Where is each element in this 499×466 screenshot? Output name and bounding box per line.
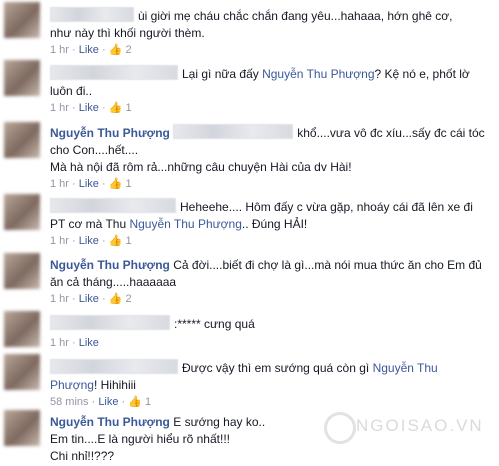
thumbs-up-icon: 👍: [108, 293, 123, 305]
author-name[interactable]: Nguyễn Thu Phượng: [50, 126, 170, 140]
comment-text: :***** cưng quá: [174, 317, 255, 331]
like-link[interactable]: Like: [79, 178, 99, 190]
author-name[interactable]: Nguyễn Thu Phượng: [50, 415, 170, 429]
blurred-name: [50, 359, 178, 374]
like-count[interactable]: 1: [125, 235, 131, 247]
timestamp[interactable]: 1 hr: [50, 178, 69, 190]
avatar[interactable]: [4, 354, 40, 390]
blurred-name: [50, 7, 134, 22]
comment-meta: 1 hr · Like · 👍 1: [50, 102, 132, 114]
mention-link[interactable]: Nguyễn Thu Phượng: [262, 67, 374, 81]
comment-meta: 1 hr · Like · 👍 1: [50, 178, 132, 190]
thumbs-up-icon: 👍: [128, 396, 142, 408]
comment-text: Lại gì nữa đấy: [182, 67, 263, 81]
timestamp[interactable]: 1 hr: [50, 337, 69, 349]
author-name[interactable]: Nguyễn Thu Phượng: [50, 258, 170, 272]
comment-meta: 1 hr · Like · 👍 1: [50, 235, 132, 247]
thumbs-up-icon: 👍: [108, 178, 123, 190]
comment-text: khổ....vưa vô đc xíu...sấy đc cái tóc: [297, 126, 485, 140]
comment-text: Được vậy thì em sướng quá còn gì: [182, 361, 373, 375]
comment-text: luôn đi..: [50, 84, 93, 98]
comment-text: Mà hà nội đã rôm rả...những câu chuyện H…: [50, 160, 352, 174]
timestamp[interactable]: 1 hr: [50, 102, 69, 114]
blurred-name: [173, 124, 294, 139]
comment-text: ? Kệ nó e, phốt lờ: [374, 67, 470, 81]
mention-link[interactable]: Phượng: [50, 378, 94, 392]
avatar[interactable]: [4, 122, 40, 158]
like-link[interactable]: Like: [79, 44, 99, 56]
comment-text: .. Đúng HẢI!: [241, 217, 308, 231]
blurred-name: [50, 198, 176, 213]
like-count[interactable]: 1: [125, 102, 131, 114]
comment-text: Chi nhỉ!!???: [50, 449, 115, 463]
thumbs-up-icon: 👍: [108, 44, 123, 56]
like-link[interactable]: Like: [79, 293, 99, 305]
like-link[interactable]: Like: [79, 235, 99, 247]
mention-link[interactable]: Nguyễn Thu: [373, 361, 438, 375]
like-count[interactable]: 1: [125, 178, 131, 190]
avatar[interactable]: [4, 60, 40, 96]
like-count[interactable]: 1: [145, 396, 151, 408]
like-link[interactable]: Like: [79, 337, 99, 349]
mention-link[interactable]: Nguyễn Thu Phượng: [129, 217, 241, 231]
comment-text: cho Con....hết....: [50, 143, 139, 157]
comment-text: Cả đời....biết đi chợ là gì...mà nói mua…: [169, 258, 482, 272]
comment-meta: 1 hr · Like · 👍 2: [50, 293, 132, 305]
avatar[interactable]: [4, 2, 40, 38]
watermark-circle-icon: [324, 412, 356, 444]
comment-text: E sướng hay ko..: [169, 415, 266, 429]
thumbs-up-icon: 👍: [108, 102, 123, 114]
timestamp[interactable]: 58 mins: [50, 396, 89, 408]
comment-text: ! Hihihiii: [93, 378, 136, 392]
like-count[interactable]: 2: [125, 293, 131, 305]
blurred-name: [50, 65, 178, 80]
comment-text: ăn cả tháng.....haaaaaa: [50, 275, 177, 289]
comment-meta: 1 hr · Like: [50, 337, 99, 349]
comment-text: Heheehe.... Hôm đấy c vừa gặp, nhoáy cái…: [180, 200, 473, 214]
timestamp[interactable]: 1 hr: [50, 293, 69, 305]
like-link[interactable]: Like: [98, 396, 118, 408]
avatar[interactable]: [4, 311, 40, 347]
timestamp[interactable]: 1 hr: [50, 44, 69, 56]
avatar[interactable]: [4, 194, 40, 230]
like-link[interactable]: Like: [79, 102, 99, 114]
watermark-logo: NGOISAO.VN: [316, 408, 496, 448]
comment-text: PT cơ mà Thu: [50, 217, 130, 231]
comment-meta: 1 hr · Like · 👍 2: [50, 44, 132, 56]
avatar[interactable]: [4, 253, 40, 289]
avatar[interactable]: [4, 410, 40, 446]
watermark-text: NGOISAO.VN: [356, 416, 484, 435]
timestamp[interactable]: 1 hr: [50, 235, 69, 247]
thumbs-up-icon: 👍: [108, 235, 123, 247]
like-count[interactable]: 2: [125, 44, 131, 56]
comment-text: ùi giời mẹ cháu chắc chắn đang yêu...hah…: [138, 9, 453, 23]
comment-text: như này thì khối người thèm.: [50, 26, 205, 40]
blurred-name: [50, 315, 170, 330]
